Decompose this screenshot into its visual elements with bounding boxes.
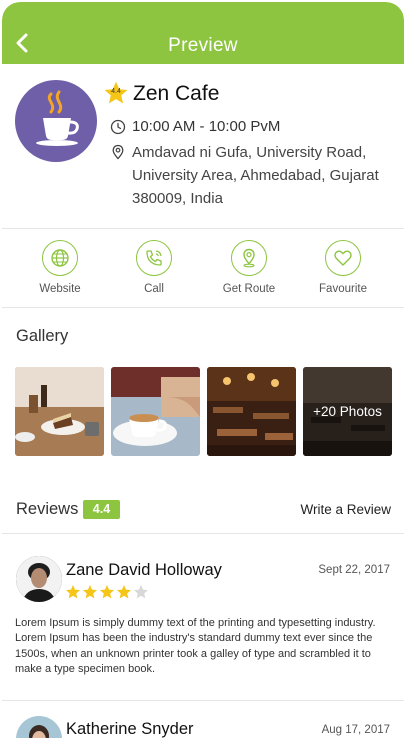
divider <box>2 700 404 701</box>
gallery-photo-3[interactable] <box>207 367 296 456</box>
page-title: Preview <box>168 35 238 56</box>
location-pin-icon <box>243 248 255 268</box>
app-screen: Preview 4.4 Zen Cafe 10:00 AM - 10:00 Pv… <box>2 2 404 738</box>
call-label: Call <box>144 283 164 295</box>
reviews-heading: Reviews <box>16 500 79 518</box>
gallery-photo-1[interactable] <box>15 367 104 456</box>
coffee-photo <box>111 367 200 456</box>
gallery-more-photos[interactable]: +20 Photos <box>303 367 392 456</box>
get-route-button[interactable]: Get Route <box>204 240 294 295</box>
review-date: Aug 17, 2017 <box>321 724 390 736</box>
rating-star-badge: 4.4 <box>103 80 129 106</box>
reviewer-name: Zane David Holloway <box>66 561 222 579</box>
review-item: Katherine Snyder Aug 17, 2017 <box>2 702 404 738</box>
business-name: Zen Cafe <box>133 82 220 105</box>
star-filled-icon <box>83 585 97 599</box>
call-button[interactable]: Call <box>109 240 199 295</box>
phone-icon <box>146 250 162 266</box>
gallery-heading: Gallery <box>16 327 69 345</box>
favourite-label: Favourite <box>319 283 367 295</box>
get-route-label: Get Route <box>222 283 276 295</box>
review-date: Sept 22, 2017 <box>318 564 390 576</box>
review-item: Zane David Holloway Sept 22, 2017 Lorem … <box>2 550 404 700</box>
more-photos-label: +20 Photos <box>303 367 392 456</box>
clock-icon <box>110 119 126 135</box>
reviews-header: Reviews 4.4 Write a Review <box>2 492 404 534</box>
reviews-rating-badge: 4.4 <box>83 500 120 519</box>
rating-value: 4.4 <box>111 88 121 95</box>
business-address: Amdavad ni Gufa, University Road, Univer… <box>132 144 379 207</box>
action-bar: Website Call Get Route Favourite <box>2 230 404 308</box>
review-text: Lorem Ipsum is simply dummy text of the … <box>15 617 376 675</box>
heart-icon <box>334 250 352 266</box>
globe-icon <box>51 249 69 267</box>
website-label: Website <box>39 283 81 295</box>
star-filled-icon <box>100 585 114 599</box>
review-stars <box>65 584 150 600</box>
reviewer-name: Katherine Snyder <box>66 720 194 738</box>
cake-photo <box>15 367 104 456</box>
write-review-link[interactable]: Write a Review <box>300 502 391 517</box>
business-info: 4.4 Zen Cafe 10:00 AM - 10:00 PvM Amdava… <box>2 64 404 229</box>
opening-hours: 10:00 AM - 10:00 PvM <box>132 118 281 135</box>
favourite-button[interactable]: Favourite <box>298 240 388 295</box>
website-button[interactable]: Website <box>15 240 105 295</box>
restaurant-interior-photo <box>207 367 296 456</box>
star-filled-icon <box>117 585 131 599</box>
star-empty-icon <box>134 585 148 599</box>
avatar <box>16 556 62 602</box>
gallery-photo-2[interactable] <box>111 367 200 456</box>
top-bar: Preview <box>2 2 404 64</box>
business-logo <box>15 80 97 162</box>
avatar <box>16 716 62 738</box>
location-pin-icon <box>112 144 124 160</box>
star-filled-icon <box>66 585 80 599</box>
coffee-cup-icon <box>36 90 79 146</box>
reviewer-photo <box>16 556 62 602</box>
reviewer-photo <box>16 716 62 738</box>
